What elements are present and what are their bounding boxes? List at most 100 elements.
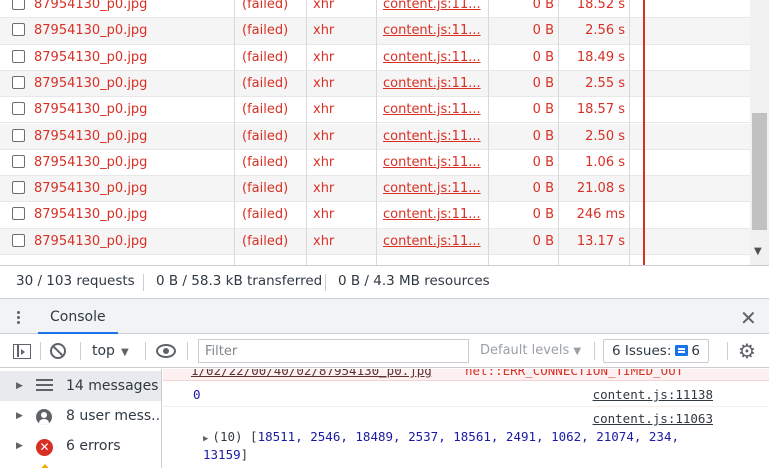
- log-levels-label: Default levels: [480, 343, 570, 358]
- console-toolbar: top▼ Default levels▼ 6 Issues:6 ⚙: [0, 334, 769, 368]
- table-row[interactable]: 87954130_p0.jpg (failed) xhr content.js:11.…: [0, 202, 750, 229]
- request-time: 18.52 s: [576, 0, 625, 12]
- expand-triangle-icon[interactable]: ▶: [16, 431, 23, 461]
- request-status: (failed): [242, 181, 289, 197]
- table-row[interactable]: 87954130_p0.jpg (failed) xhr content.js:11.…: [0, 18, 750, 45]
- sidebar-item-errors[interactable]: ▶ ✕ 6 errors: [0, 431, 161, 461]
- request-size: 0 B: [532, 0, 554, 12]
- table-row[interactable]: 87954130_p0.jpg (failed) xhr content.js:11.…: [0, 176, 750, 203]
- request-size: 0 B: [532, 128, 554, 144]
- network-vertical-scrollbar[interactable]: ▼: [750, 0, 769, 265]
- drawer-tab-bar: Console ✕: [0, 304, 769, 334]
- show-console-sidebar-icon[interactable]: [13, 344, 31, 359]
- request-time: 21.08 s: [576, 181, 625, 197]
- request-status: (failed): [242, 102, 289, 118]
- list-icon: [36, 379, 53, 393]
- request-initiator-link[interactable]: content.js:11...: [383, 97, 487, 122]
- request-name: 87954130_p0.jpg: [34, 102, 148, 118]
- live-expression-eye-icon[interactable]: [156, 344, 176, 358]
- close-drawer-icon[interactable]: ✕: [740, 306, 757, 330]
- row-checkbox-icon[interactable]: [12, 181, 25, 195]
- row-checkbox-icon[interactable]: [12, 75, 25, 89]
- scroll-down-arrow-icon[interactable]: ▼: [754, 246, 762, 257]
- column-divider: [306, 0, 307, 265]
- request-type: xhr: [313, 207, 335, 223]
- issues-button[interactable]: 6 Issues: 6: [603, 339, 709, 363]
- request-name-cell[interactable]: 87954130_p0.jpg: [12, 176, 234, 201]
- console-error-message: 1/02/22/00/40/02/87954130_p0.jpg net::ER…: [163, 369, 769, 381]
- request-type: xhr: [313, 49, 335, 65]
- sidebar-item-label: 8 user mess...: [66, 408, 161, 424]
- scrollbar-thumb[interactable]: [752, 113, 767, 230]
- request-time: 13.17 s: [576, 233, 625, 249]
- request-name-cell[interactable]: 87954130_p0.jpg: [12, 18, 234, 43]
- row-checkbox-icon[interactable]: [12, 0, 25, 10]
- request-name-cell[interactable]: 87954130_p0.jpg: [12, 71, 234, 96]
- request-initiator-link[interactable]: content.js:11...: [383, 229, 487, 254]
- request-initiator-link[interactable]: content.js:11...: [383, 0, 487, 17]
- toolbar-separator: [594, 342, 595, 360]
- row-checkbox-icon[interactable]: [12, 207, 25, 221]
- table-row[interactable]: 87954130_p0.jpg (failed) xhr content.js:11.…: [0, 150, 750, 177]
- status-separator: [325, 274, 326, 291]
- row-checkbox-icon[interactable]: [12, 128, 25, 142]
- table-row[interactable]: 87954130_p0.jpg (failed) xhr content.js:11.…: [0, 45, 750, 71]
- error-resource-link[interactable]: 1/02/22/00/40/02/87954130_p0.jpg: [191, 369, 432, 378]
- request-name-cell[interactable]: 87954130_p0.jpg: [12, 45, 234, 70]
- request-initiator-link[interactable]: content.js:11...: [383, 71, 487, 96]
- console-filter-input[interactable]: [198, 339, 469, 363]
- request-status: (failed): [242, 154, 289, 170]
- request-status: (failed): [242, 49, 289, 65]
- request-name: 87954130_p0.jpg: [34, 181, 148, 197]
- row-checkbox-icon[interactable]: [12, 102, 25, 116]
- request-status: (failed): [242, 128, 289, 144]
- request-name-cell[interactable]: 87954130_p0.jpg: [12, 0, 234, 17]
- request-initiator-link[interactable]: content.js:11...: [383, 124, 487, 149]
- execution-context-selector[interactable]: top ▼: [92, 334, 129, 370]
- request-size: 0 B: [532, 23, 554, 39]
- expand-triangle-icon[interactable]: ▶: [16, 371, 23, 401]
- request-name-cell[interactable]: 87954130_p0.jpg: [12, 97, 234, 122]
- log-source-link[interactable]: content.js:11063: [593, 411, 713, 426]
- request-time: 18.49 s: [576, 49, 625, 65]
- row-checkbox-icon[interactable]: [12, 154, 25, 168]
- more-tools-kebab-icon[interactable]: [17, 311, 21, 326]
- log-levels-dropdown[interactable]: Default levels ▼: [480, 334, 581, 369]
- request-name-cell[interactable]: 87954130_p0.jpg: [12, 150, 234, 175]
- table-row[interactable]: 87954130_p0.jpg (failed) xhr content.js:11.…: [0, 70, 750, 98]
- expand-triangle-icon[interactable]: ▶: [16, 401, 23, 431]
- row-checkbox-icon[interactable]: [12, 23, 25, 37]
- request-name: 87954130_p0.jpg: [34, 49, 148, 65]
- array-preview[interactable]: ▶ (10) [18511, 2546, 18489, 2537, 18561, …: [203, 429, 713, 463]
- expand-triangle-icon[interactable]: ▶: [203, 434, 208, 444]
- table-row[interactable]: 87954130_p0.jpg (failed) xhr content.js:11.…: [0, 123, 750, 150]
- request-status: (failed): [242, 23, 289, 39]
- log-source-link[interactable]: content.js:11138: [593, 387, 713, 402]
- request-name-cell[interactable]: 87954130_p0.jpg: [12, 229, 234, 254]
- error-x-icon: ✕: [36, 439, 53, 456]
- sidebar-item-messages[interactable]: ▶ 14 messages: [0, 371, 161, 401]
- table-row[interactable]: 87954130_p0.jpg (failed) xhr content.js:11.…: [0, 97, 750, 124]
- request-initiator-link[interactable]: content.js:11...: [383, 150, 487, 175]
- table-row[interactable]: 87954130_p0.jpg (failed) xhr content.js:11.…: [0, 0, 750, 19]
- user-icon: [36, 409, 52, 425]
- clear-console-icon[interactable]: [50, 343, 66, 359]
- tab-console[interactable]: Console: [38, 304, 118, 334]
- request-name-cell[interactable]: 87954130_p0.jpg: [12, 202, 234, 227]
- request-initiator-link[interactable]: content.js:11...: [383, 45, 487, 70]
- console-settings-gear-icon[interactable]: ⚙: [738, 339, 756, 363]
- table-row[interactable]: 87954130_p0.jpg (failed) xhr content.js:11.…: [0, 228, 750, 255]
- request-time: 2.56 s: [585, 23, 625, 39]
- column-divider: [629, 0, 630, 265]
- request-name-cell[interactable]: 87954130_p0.jpg: [12, 124, 234, 149]
- request-name: 87954130_p0.jpg: [34, 0, 148, 12]
- array-suffix: ]: [240, 447, 249, 462]
- request-status: (failed): [242, 207, 289, 223]
- request-initiator-link[interactable]: content.js:11...: [383, 176, 487, 201]
- row-checkbox-icon[interactable]: [12, 233, 25, 247]
- request-status: (failed): [242, 0, 289, 12]
- row-checkbox-icon[interactable]: [12, 49, 25, 63]
- request-initiator-link[interactable]: content.js:11...: [383, 18, 487, 43]
- request-initiator-link[interactable]: content.js:11...: [383, 202, 487, 227]
- sidebar-item-user-messages[interactable]: ▶ 8 user mess...: [0, 401, 161, 431]
